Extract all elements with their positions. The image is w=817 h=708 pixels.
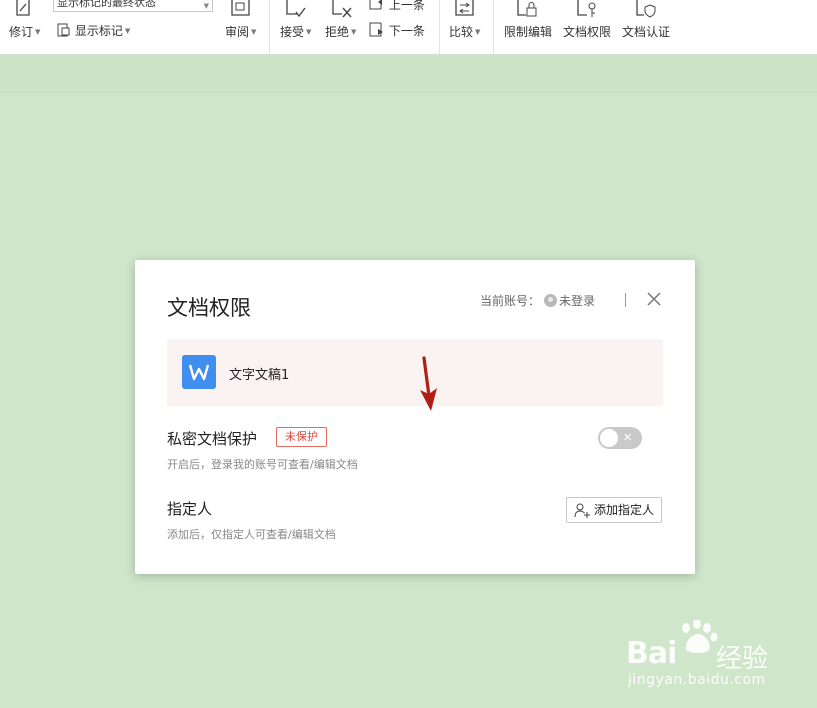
compare-label: 比较	[449, 25, 474, 39]
chevron-down-icon: ▼	[203, 2, 209, 10]
next-change-button[interactable]: 下一条	[369, 22, 425, 39]
chevron-down-icon: ▼	[306, 28, 312, 36]
private-protection-description: 开启后，登录我的账号可查看/编辑文档	[167, 458, 358, 471]
header-divider	[625, 293, 626, 307]
previous-change-button[interactable]: 上一条	[369, 0, 425, 13]
document-certification-label: 文档认证	[622, 25, 671, 39]
accept-icon[interactable]	[285, 0, 307, 20]
document-certification-icon[interactable]	[635, 0, 657, 18]
status-badge: 未保护	[276, 427, 327, 447]
review-button[interactable]: 审阅 ▼	[225, 23, 256, 40]
document-name: 文字文稿1	[229, 368, 290, 383]
account-label: 当前账号：	[480, 294, 541, 308]
ribbon-divider	[439, 0, 440, 54]
restrict-edit-button[interactable]: 限制编辑	[504, 23, 552, 40]
private-protection-title: 私密文档保护	[167, 430, 258, 448]
restrict-edit-label: 限制编辑	[504, 25, 553, 39]
reject-icon[interactable]	[331, 0, 353, 20]
wps-writer-icon	[182, 355, 216, 389]
add-user-icon	[574, 503, 590, 518]
designee-title: 指定人	[167, 500, 213, 518]
avatar	[544, 294, 558, 307]
annotation-arrow-icon	[420, 356, 437, 411]
restrict-edit-icon[interactable]	[516, 0, 538, 18]
current-account: 当前账号： 未登录	[480, 292, 595, 309]
document-area-top	[0, 54, 817, 93]
ribbon-divider	[269, 0, 270, 54]
document-permission-label: 文档权限	[563, 25, 612, 39]
revise-label: 修订	[9, 25, 34, 39]
watermark-brand-cn: 经验	[716, 644, 769, 674]
account-status[interactable]: 未登录	[559, 294, 595, 308]
chevron-down-icon: ▼	[124, 27, 131, 35]
baidu-paw-logo-icon	[682, 620, 718, 653]
show-markup-icon	[57, 23, 70, 37]
private-protection-toggle[interactable]: ✕	[598, 427, 642, 449]
next-change-label: 下一条	[388, 24, 425, 38]
chevron-down-icon: ▼	[35, 28, 41, 36]
reject-button[interactable]: 拒绝 ▼	[325, 23, 356, 40]
toggle-off-icon: ✕	[623, 431, 633, 444]
ribbon-divider	[493, 0, 494, 54]
review-ribbon: 修订 ▼ 显示标记的最终状态 ▼ 显示标记 ▼ 审阅 ▼ 接受 ▼ 拒绝 ▼ 上…	[0, 0, 817, 54]
add-designee-button[interactable]: 添加指定人	[566, 497, 662, 523]
accept-button[interactable]: 接受 ▼	[280, 23, 311, 40]
previous-icon	[369, 0, 382, 10]
document-permission-button[interactable]: 文档权限	[563, 23, 611, 40]
review-icon[interactable]	[230, 0, 252, 18]
previous-change-label: 上一条	[388, 0, 425, 12]
show-markup-label: 显示标记	[74, 24, 123, 38]
designee-description: 添加后，仅指定人可查看/编辑文档	[167, 528, 336, 541]
watermark-url: jingyan.baidu.com	[628, 672, 766, 688]
add-designee-label: 添加指定人	[594, 503, 655, 517]
revise-button[interactable]: 修订 ▼	[9, 23, 40, 40]
close-icon[interactable]	[645, 290, 663, 308]
show-markup-button[interactable]: 显示标记 ▼	[57, 22, 130, 39]
next-icon	[369, 22, 383, 37]
accept-label: 接受	[280, 25, 305, 39]
markup-state-select[interactable]: 显示标记的最终状态 ▼	[53, 0, 213, 12]
chevron-down-icon: ▼	[475, 28, 481, 36]
reject-label: 拒绝	[325, 25, 350, 39]
compare-button[interactable]: 比较 ▼	[449, 23, 480, 40]
toggle-knob	[600, 429, 618, 447]
revise-icon[interactable]	[14, 0, 34, 18]
chevron-down-icon: ▼	[351, 28, 357, 36]
document-permission-dialog: 文档权限 当前账号： 未登录 文字文稿1 私密文档保护 未保护 开启后，登录我的账…	[135, 260, 695, 574]
dialog-title: 文档权限	[167, 296, 251, 320]
review-label: 审阅	[225, 25, 250, 39]
compare-icon[interactable]	[454, 0, 476, 18]
document-permission-icon[interactable]	[576, 0, 598, 18]
watermark-brand-latin: Bai	[626, 636, 677, 671]
chevron-down-icon: ▼	[251, 28, 257, 36]
markup-state-value: 显示标记的最终状态	[57, 0, 156, 9]
document-certification-button[interactable]: 文档认证	[622, 23, 670, 40]
